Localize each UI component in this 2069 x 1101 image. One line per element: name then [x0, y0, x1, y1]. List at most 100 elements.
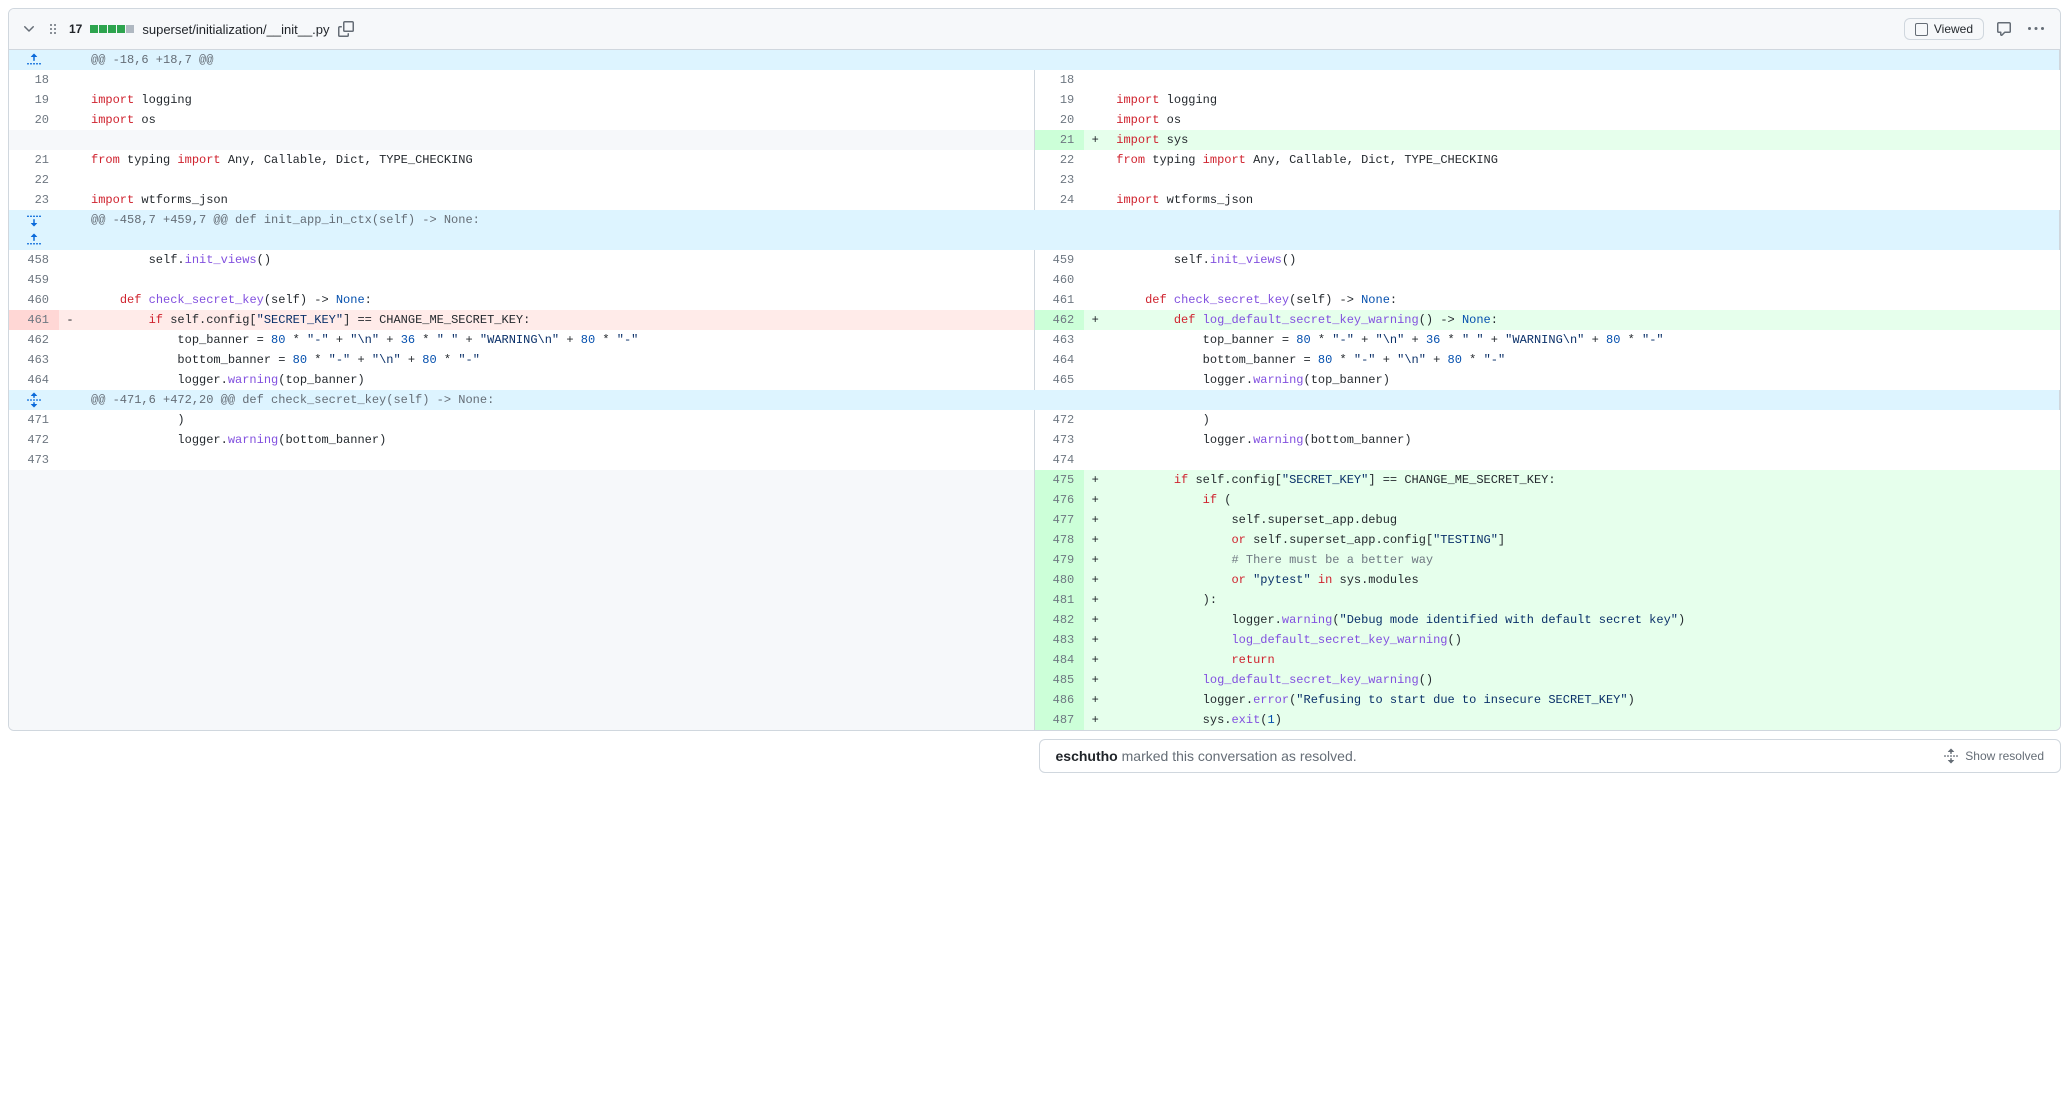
line-number-left[interactable]: 463	[9, 350, 59, 370]
chevron-down-icon[interactable]	[21, 21, 37, 37]
show-resolved-button[interactable]: Show resolved	[1943, 748, 2044, 764]
expander-cell[interactable]	[9, 390, 59, 410]
line-number-left[interactable]: 460	[9, 290, 59, 310]
code-content[interactable]: bottom_banner = 80 * "-" + "\n" + 80 * "…	[81, 350, 1034, 370]
line-number-right[interactable]: 483	[1034, 630, 1084, 650]
line-number-right[interactable]: 481	[1034, 590, 1084, 610]
line-number-right[interactable]: 474	[1034, 450, 1084, 470]
line-number-right[interactable]: 479	[1034, 550, 1084, 570]
line-number-left[interactable]	[9, 510, 59, 530]
line-number-left[interactable]: 21	[9, 150, 59, 170]
kebab-menu-icon[interactable]	[2024, 17, 2048, 41]
code-content[interactable]: import logging	[81, 90, 1034, 110]
expand-icon[interactable]	[9, 390, 59, 410]
line-number-right[interactable]: 464	[1034, 350, 1084, 370]
line-number-left[interactable]	[9, 590, 59, 610]
line-number-right[interactable]: 461	[1034, 290, 1084, 310]
code-content[interactable]: def check_secret_key(self) -> None:	[1106, 290, 2059, 310]
code-content[interactable]: logger.error("Refusing to start due to i…	[1106, 690, 2059, 710]
line-number-left[interactable]: 19	[9, 90, 59, 110]
code-content[interactable]: top_banner = 80 * "-" + "\n" + 36 * " " …	[81, 330, 1034, 350]
line-number-left[interactable]	[9, 630, 59, 650]
expander-cell[interactable]	[9, 210, 59, 250]
line-number-right[interactable]: 460	[1034, 270, 1084, 290]
code-content[interactable]: import wtforms_json	[81, 190, 1034, 210]
code-content[interactable]: import wtforms_json	[1106, 190, 2059, 210]
expand-down-icon[interactable]	[9, 210, 59, 230]
code-content[interactable]: or self.superset_app.config["TESTING"]	[1106, 530, 2059, 550]
code-content[interactable]: import sys	[1106, 130, 2059, 150]
code-content[interactable]: )	[81, 410, 1034, 430]
line-number-right[interactable]: 486	[1034, 690, 1084, 710]
code-content[interactable]: logger.warning(top_banner)	[1106, 370, 2059, 390]
line-number-right[interactable]: 465	[1034, 370, 1084, 390]
line-number-left[interactable]: 22	[9, 170, 59, 190]
line-number-left[interactable]: 461	[9, 310, 59, 330]
line-number-right[interactable]: 22	[1034, 150, 1084, 170]
code-content[interactable]: )	[1106, 410, 2059, 430]
code-content[interactable]: self.init_views()	[1106, 250, 2059, 270]
line-number-right[interactable]: 462	[1034, 310, 1084, 330]
code-content[interactable]: log_default_secret_key_warning()	[1106, 670, 2059, 690]
line-number-right[interactable]: 478	[1034, 530, 1084, 550]
code-content[interactable]: ):	[1106, 590, 2059, 610]
line-number-left[interactable]	[9, 650, 59, 670]
code-content[interactable]: bottom_banner = 80 * "-" + "\n" + 80 * "…	[1106, 350, 2059, 370]
line-number-left[interactable]: 464	[9, 370, 59, 390]
file-path-link[interactable]: superset/initialization/__init__.py	[142, 22, 329, 37]
code-content[interactable]	[1106, 450, 2059, 470]
code-content[interactable]: self.init_views()	[81, 250, 1034, 270]
line-number-left[interactable]	[9, 470, 59, 490]
code-content[interactable]	[81, 450, 1034, 470]
code-content[interactable]: logger.warning(bottom_banner)	[81, 430, 1034, 450]
code-content[interactable]: logger.warning(bottom_banner)	[1106, 430, 2059, 450]
code-content[interactable]: sys.exit(1)	[1106, 710, 2059, 730]
line-number-right[interactable]: 19	[1034, 90, 1084, 110]
line-number-right[interactable]: 487	[1034, 710, 1084, 730]
code-content[interactable]: from typing import Any, Callable, Dict, …	[1106, 150, 2059, 170]
line-number-right[interactable]: 20	[1034, 110, 1084, 130]
code-content[interactable]: if self.config["SECRET_KEY"] == CHANGE_M…	[1106, 470, 2059, 490]
line-number-right[interactable]: 24	[1034, 190, 1084, 210]
expand-up-icon[interactable]	[9, 50, 59, 70]
code-content[interactable]: if (	[1106, 490, 2059, 510]
viewed-toggle[interactable]: Viewed	[1904, 18, 1984, 40]
code-content[interactable]	[81, 170, 1034, 190]
line-number-left[interactable]	[9, 710, 59, 730]
line-number-right[interactable]: 459	[1034, 250, 1084, 270]
line-number-left[interactable]	[9, 670, 59, 690]
line-number-right[interactable]: 475	[1034, 470, 1084, 490]
expand-up-icon[interactable]	[9, 230, 59, 250]
line-number-left[interactable]: 459	[9, 270, 59, 290]
line-number-left[interactable]: 472	[9, 430, 59, 450]
code-content[interactable]	[1106, 170, 2059, 190]
line-number-left[interactable]: 23	[9, 190, 59, 210]
line-number-right[interactable]: 23	[1034, 170, 1084, 190]
code-content[interactable]: return	[1106, 650, 2059, 670]
line-number-right[interactable]: 482	[1034, 610, 1084, 630]
line-number-right[interactable]: 485	[1034, 670, 1084, 690]
line-number-right[interactable]: 476	[1034, 490, 1084, 510]
drag-handle-icon[interactable]	[45, 21, 61, 37]
code-content[interactable]: top_banner = 80 * "-" + "\n" + 36 * " " …	[1106, 330, 2059, 350]
line-number-right[interactable]: 480	[1034, 570, 1084, 590]
line-number-left[interactable]: 473	[9, 450, 59, 470]
code-content[interactable]	[1106, 270, 2059, 290]
code-content[interactable]: # There must be a better way	[1106, 550, 2059, 570]
line-number-right[interactable]: 477	[1034, 510, 1084, 530]
code-content[interactable]: def check_secret_key(self) -> None:	[81, 290, 1034, 310]
line-number-left[interactable]: 20	[9, 110, 59, 130]
line-number-right[interactable]: 484	[1034, 650, 1084, 670]
code-content[interactable]: import os	[81, 110, 1034, 130]
code-content[interactable]: import os	[1106, 110, 2059, 130]
line-number-left[interactable]	[9, 610, 59, 630]
line-number-right[interactable]: 21	[1034, 130, 1084, 150]
code-content[interactable]	[81, 270, 1034, 290]
line-number-right[interactable]: 463	[1034, 330, 1084, 350]
copy-path-icon[interactable]	[338, 21, 354, 37]
code-content[interactable]: or "pytest" in sys.modules	[1106, 570, 2059, 590]
code-content[interactable]: logger.warning(top_banner)	[81, 370, 1034, 390]
line-number-left[interactable]	[9, 490, 59, 510]
code-content[interactable]: logger.warning("Debug mode identified wi…	[1106, 610, 2059, 630]
code-content[interactable]: from typing import Any, Callable, Dict, …	[81, 150, 1034, 170]
